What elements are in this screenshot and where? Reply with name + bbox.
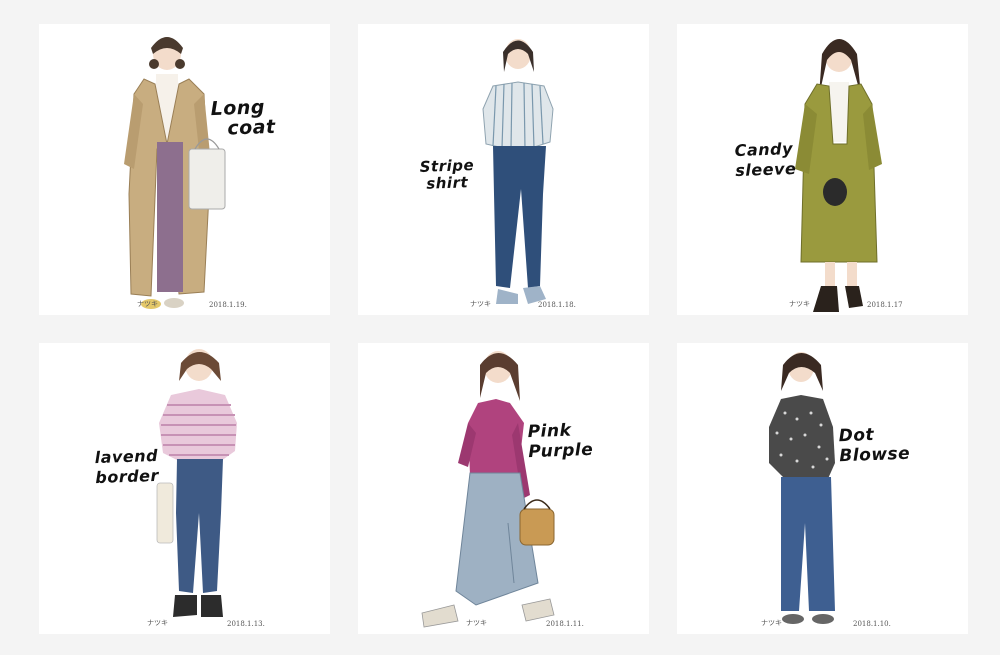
illustration-grid: Long coat ナツキ 2018.1.19. Stripe shirt ナツ… (39, 24, 968, 634)
long-coat-illustration (124, 37, 226, 309)
drawing-date: 2018.1.11. (546, 620, 584, 628)
stripe-shirt-illustration (482, 39, 554, 304)
pink-purple-illustration (421, 351, 555, 628)
outfit-caption: Long coat (210, 96, 276, 140)
artist-signature: ナツキ (470, 300, 491, 308)
outfit-caption: Stripe shirt (419, 156, 475, 193)
lavend-border-illustration (156, 349, 237, 617)
drawing-date: 2018.1.17 (867, 301, 903, 309)
dot-blowse-illustration (769, 352, 835, 624)
illustration-tile-long-coat[interactable]: Long coat ナツキ 2018.1.19. (39, 24, 330, 315)
illustration-tile-candy-sleeve[interactable]: Candy sleeve ナツキ 2018.1.17 (677, 24, 968, 315)
outfit-caption: Pink Purple (527, 420, 594, 463)
artist-signature: ナツキ (466, 619, 487, 627)
artist-signature: ナツキ (147, 619, 168, 627)
candy-sleeve-illustration (795, 39, 882, 312)
artist-signature: ナツキ (761, 619, 782, 627)
artist-signature: ナツキ (789, 300, 810, 308)
drawing-date: 2018.1.13. (227, 620, 265, 628)
drawing-date: 2018.1.10. (853, 620, 891, 628)
illustration-tile-lavend-border[interactable]: lavend border ナツキ 2018.1.13. (39, 343, 330, 634)
illustration-tile-stripe-shirt[interactable]: Stripe shirt ナツキ 2018.1.18. (358, 24, 649, 315)
drawing-date: 2018.1.18. (538, 301, 576, 309)
illustration-tile-dot-blowse[interactable]: Dot Blowse ナツキ 2018.1.10. (677, 343, 968, 634)
outfit-caption: Candy sleeve (734, 139, 797, 181)
drawing-date: 2018.1.19. (209, 301, 247, 309)
illustration-tile-pink-purple[interactable]: Pink Purple ナツキ 2018.1.11. (358, 343, 649, 634)
artist-signature: ナツキ (137, 300, 158, 308)
outfit-caption: lavend border (94, 445, 160, 488)
outfit-caption: Dot Blowse (838, 425, 911, 467)
